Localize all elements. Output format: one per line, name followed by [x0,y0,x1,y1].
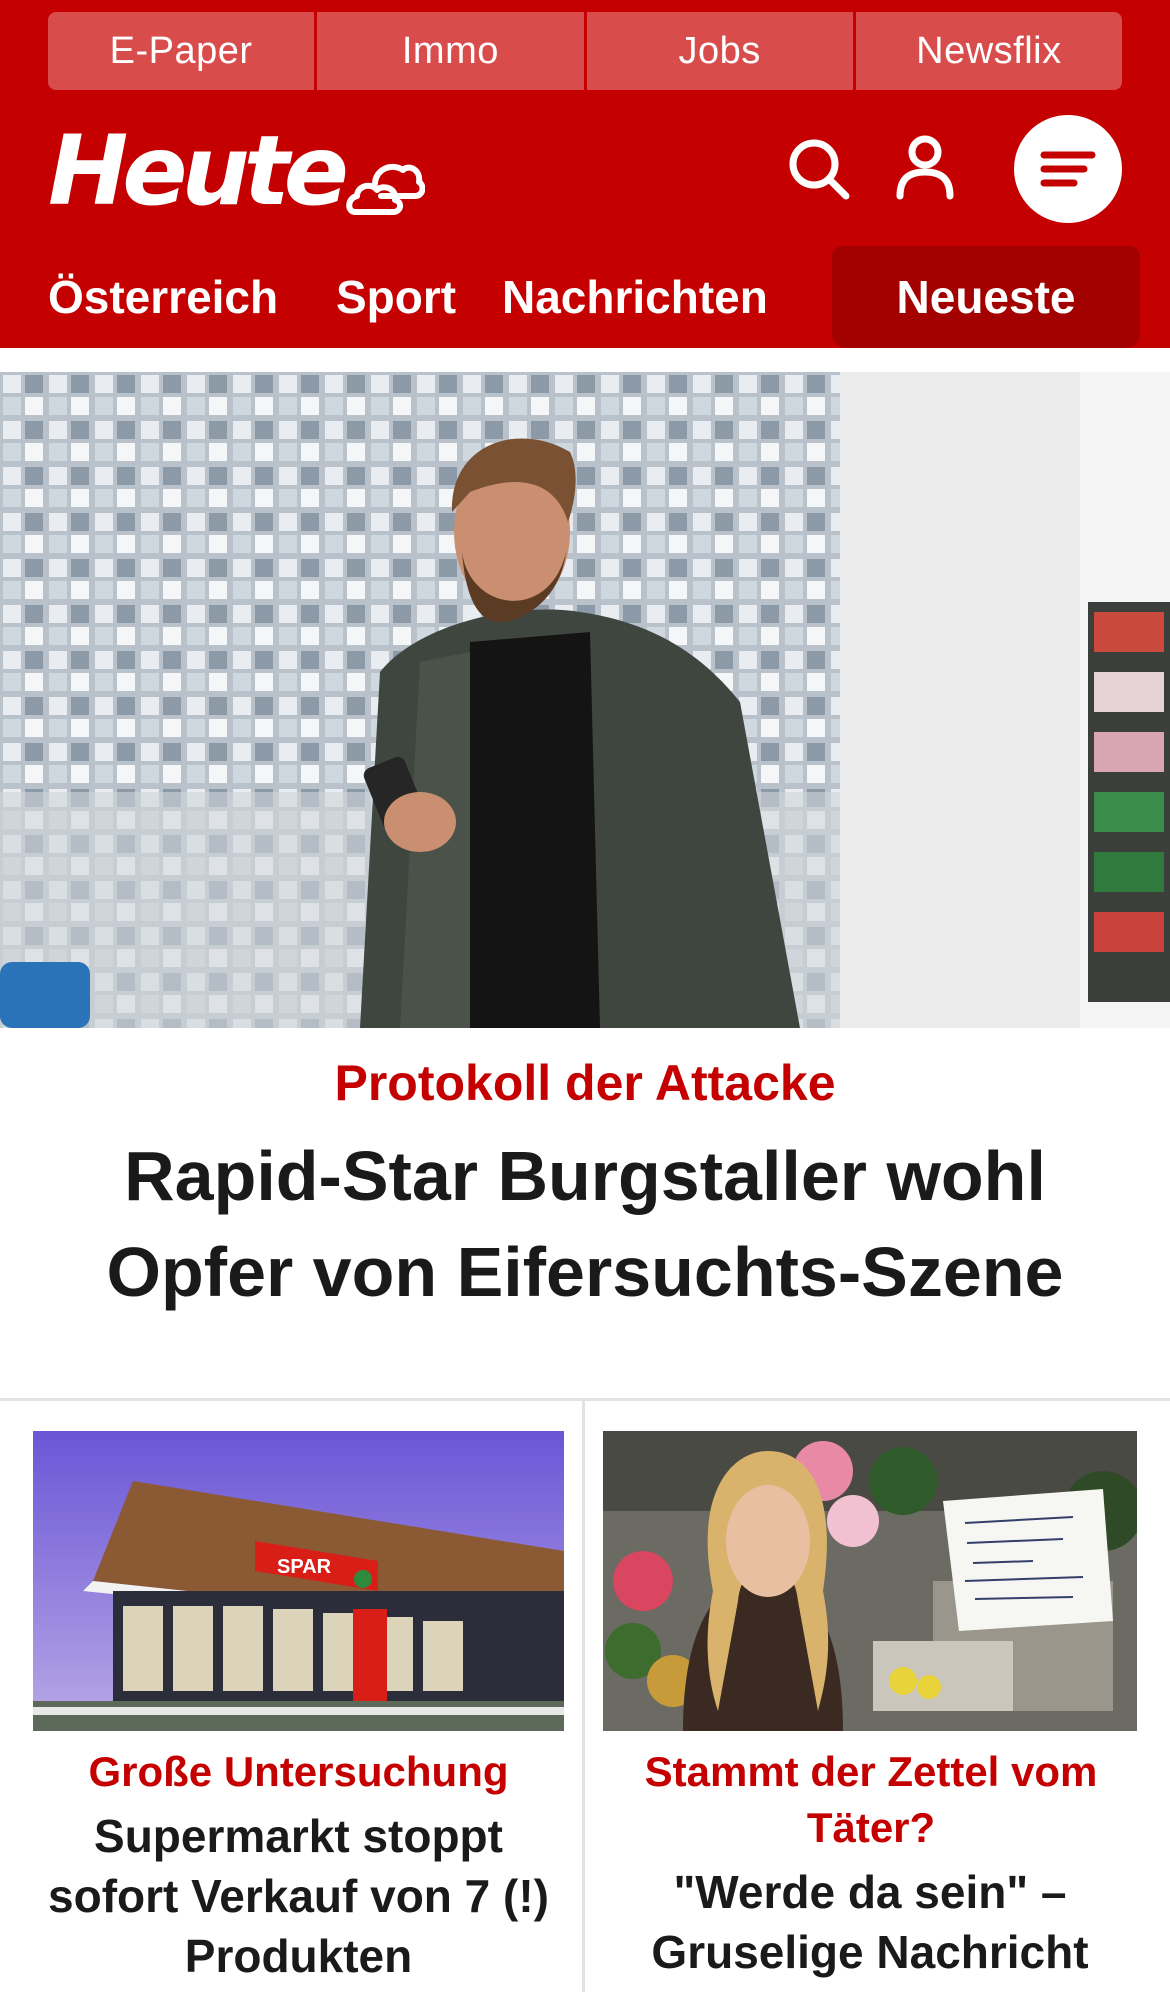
card-2-headline[interactable]: "Werde da sein" – Gruselige Nachricht [603,1862,1137,1982]
nav-tab-neueste[interactable]: Neueste [832,246,1140,348]
supermarket-photo: SPAR [33,1431,564,1731]
card-1-kicker[interactable]: Große Untersuchung [33,1744,564,1800]
memorial-photo [603,1431,1137,1731]
nav-tab-oesterreich[interactable]: Österreich [48,246,278,348]
article-image-supermarket[interactable]: SPAR [33,1431,564,1731]
article-image-note[interactable] [603,1431,1137,1731]
menu-icon [1040,151,1096,187]
nav-tab-nachrichten[interactable]: Nachrichten [502,246,768,348]
section-divider [0,1398,1170,1401]
nav-tab-sport[interactable]: Sport [336,246,456,348]
cloud-sun-icon[interactable] [345,150,425,220]
hero-photo [0,372,1170,1028]
site-header: E-Paper Immo Jobs Newsflix Heute Österre… [0,0,1170,348]
hero-headline[interactable]: Rapid-Star Burgstaller wohl Opfer von Ei… [40,1128,1130,1320]
card-2-kicker[interactable]: Stammt der Zettel vom Täter? [611,1744,1131,1856]
spar-sign: SPAR [277,1556,332,1578]
card-1-headline[interactable]: Supermarkt stoppt sofort Verkauf von 7 (… [25,1806,572,1986]
service-link-jobs[interactable]: Jobs [586,12,856,90]
column-divider [582,1401,585,1992]
hero-image[interactable] [0,372,1170,1028]
search-icon[interactable] [786,136,852,202]
service-link-epaper[interactable]: E-Paper [48,12,318,90]
section-nav: Österreich Sport Nachrichten Neueste [0,246,1170,348]
site-logo[interactable]: Heute [48,116,349,226]
hero-kicker[interactable]: Protokoll der Attacke [0,1052,1170,1114]
service-link-immo[interactable]: Immo [317,12,587,90]
service-bar: E-Paper Immo Jobs Newsflix [48,12,1122,90]
user-icon[interactable] [892,134,958,200]
service-link-newsflix[interactable]: Newsflix [855,12,1122,90]
menu-button[interactable] [1014,115,1122,223]
